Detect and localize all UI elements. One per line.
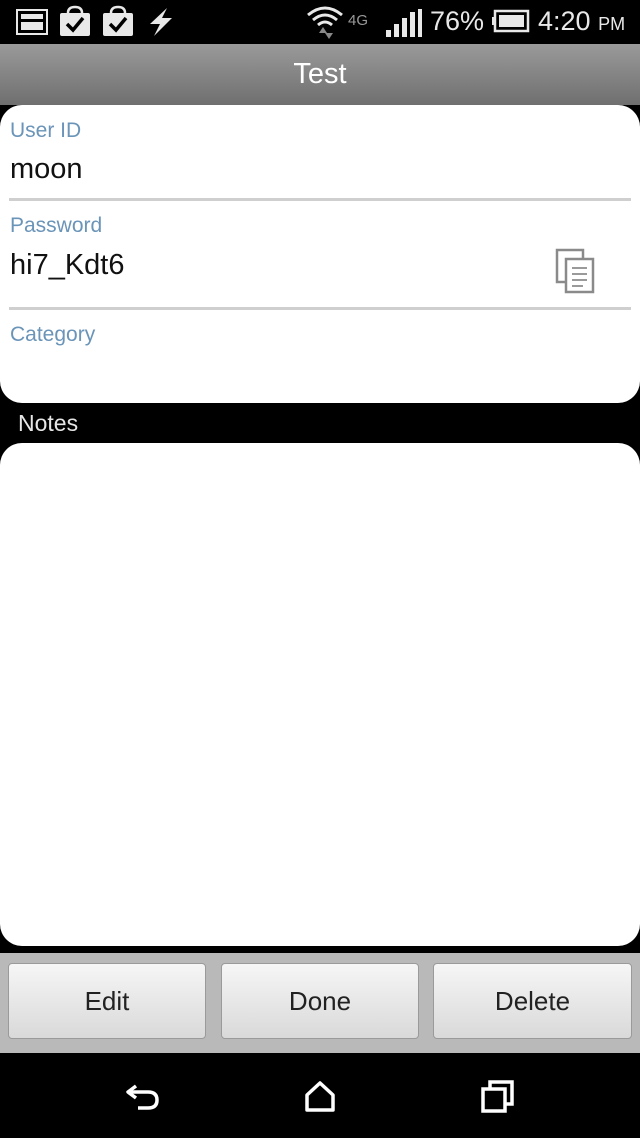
- task-check-icon: [60, 5, 90, 36]
- copy-password-button[interactable]: [553, 247, 597, 295]
- title-bar: Test: [0, 44, 640, 105]
- password-label: Password: [10, 214, 103, 237]
- user-id-label: User ID: [10, 119, 82, 142]
- back-icon: [126, 1084, 159, 1110]
- clock-suffix: PM: [598, 14, 626, 34]
- divider-2: [9, 307, 631, 310]
- notes-textarea[interactable]: [0, 443, 640, 946]
- navigation-bar: [0, 1053, 640, 1138]
- bolt-icon: [150, 8, 172, 36]
- delete-button[interactable]: Delete: [433, 963, 632, 1039]
- home-icon: [305, 1081, 335, 1112]
- wifi-icon: [307, 6, 343, 39]
- clock: 4:20 PM: [538, 6, 625, 37]
- done-button[interactable]: Done: [221, 963, 419, 1039]
- password-value: hi7_Kdt6: [10, 249, 125, 281]
- status-bar: 4G 76% 4:20 PM: [0, 0, 640, 44]
- home-button[interactable]: [300, 1077, 340, 1117]
- page-title: Test: [293, 58, 347, 90]
- action-bar: Edit Done Delete: [0, 953, 640, 1053]
- back-button[interactable]: [124, 1077, 164, 1117]
- copy-icon: [555, 248, 595, 294]
- edit-button[interactable]: Edit: [8, 963, 206, 1039]
- recents-button[interactable]: [478, 1077, 518, 1117]
- task-check-icon-2: [103, 5, 133, 36]
- user-id-value: moon: [10, 153, 83, 185]
- battery-icon: [492, 9, 530, 33]
- network-type: 4G: [348, 12, 369, 29]
- category-label: Category: [10, 323, 96, 346]
- recents-icon: [481, 1080, 514, 1113]
- battery-percent: 76%: [430, 6, 485, 36]
- credentials-card: User ID moon Password hi7_Kdt6 Category: [0, 105, 640, 403]
- divider: [9, 198, 631, 201]
- gallery-notification-icon: [16, 9, 48, 35]
- clock-time: 4:20: [538, 6, 591, 36]
- notes-label: Notes: [18, 410, 79, 436]
- signal-icon: [386, 9, 422, 37]
